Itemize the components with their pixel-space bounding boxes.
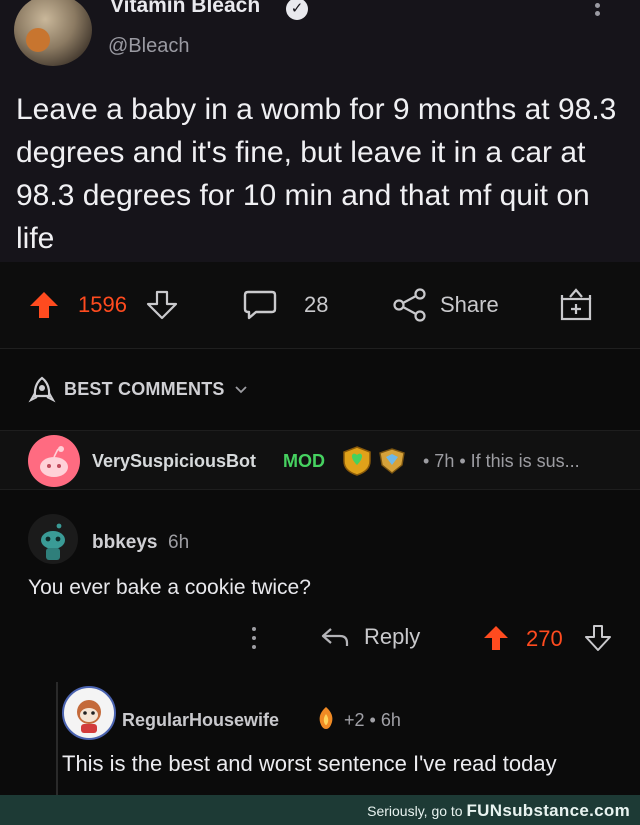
post-score: 1596 (78, 292, 127, 317)
comment-sort-bar[interactable]: BEST COMMENTS (0, 348, 640, 430)
comment-timestamp: 6h (168, 532, 190, 553)
award-button[interactable] (558, 262, 594, 348)
reply-text: This is the best and worst sentence I've… (62, 751, 557, 776)
rocket-icon (28, 376, 56, 403)
mod-avatar[interactable] (28, 435, 80, 487)
post-action-bar: 1596 28 Share (0, 262, 640, 348)
reply-button[interactable]: Reply (320, 624, 420, 650)
watermark-text: Seriously, go to FUNsubstance.com (367, 801, 630, 821)
comment-upvote-button[interactable] (482, 624, 510, 657)
upvote-icon (30, 292, 58, 318)
share-label: Share (440, 292, 499, 317)
comment-username[interactable]: bbkeys (92, 532, 157, 554)
mod-badge: MOD (283, 451, 325, 471)
gem-award-icon (379, 448, 405, 474)
downvote-button[interactable] (146, 262, 178, 348)
upvote-icon (484, 626, 508, 650)
comment-text: You ever bake a cookie twice? (28, 576, 311, 599)
snoo-avatar-icon (41, 523, 65, 560)
award-icon (319, 707, 333, 729)
comments-button[interactable] (242, 262, 278, 348)
comment-downvote-button[interactable] (584, 624, 612, 657)
comment-count: 28 (304, 292, 329, 317)
comment-icon (243, 290, 277, 320)
watermark-brand[interactable]: FUNsubstance.com (466, 801, 630, 820)
reply-meta: +2 • 6h (344, 710, 401, 730)
tweet-handle[interactable]: @Bleach (108, 35, 189, 58)
commenter-avatar[interactable] (28, 514, 78, 564)
reply-avatar[interactable] (62, 686, 116, 740)
shield-award-icon (343, 446, 371, 476)
more-options-icon[interactable] (592, 0, 602, 22)
mod-username[interactable]: VerySuspiciousBot (92, 451, 256, 472)
comment-more-icon[interactable] (250, 622, 258, 658)
mod-comment-row[interactable]: VerySuspiciousBot MOD • 7h • If this is … (0, 430, 640, 490)
gift-icon (560, 288, 592, 321)
reply-comment: RegularHousewife +2 • 6h This is the bes… (56, 682, 640, 795)
tweet-text: Leave a baby in a womb for 9 months at 9… (16, 93, 617, 255)
snoo-avatar-icon (77, 700, 101, 733)
watermark-prefix: Seriously, go to (367, 803, 463, 819)
comment-thread: bbkeys 6h You ever bake a cookie twice? … (0, 490, 640, 795)
reply-label: Reply (364, 624, 421, 649)
sort-label: BEST COMMENTS (64, 379, 225, 399)
share-button[interactable]: Share (392, 262, 499, 348)
tweet-avatar[interactable] (14, 0, 92, 66)
chevron-down-icon (235, 386, 247, 394)
mod-comment-meta: • 7h • If this is sus... (423, 451, 580, 471)
reply-username[interactable]: RegularHousewife (122, 710, 279, 731)
tweet-author-name[interactable]: Vitamin Bleach (110, 0, 260, 18)
snoo-icon (40, 446, 68, 477)
downvote-icon (146, 290, 178, 320)
verified-icon: ✓ (286, 0, 308, 20)
comment-action-bar: Reply 270 (0, 612, 640, 670)
reply-icon (321, 628, 349, 646)
share-icon (393, 288, 426, 322)
upvote-button[interactable] (28, 262, 60, 348)
downvote-icon (585, 625, 611, 651)
comment-score: 270 (526, 626, 563, 651)
tweet-card: Vitamin Bleach ✓ @Bleach Leave a baby in… (0, 0, 640, 262)
watermark-footer: Seriously, go to FUNsubstance.com (0, 795, 640, 825)
